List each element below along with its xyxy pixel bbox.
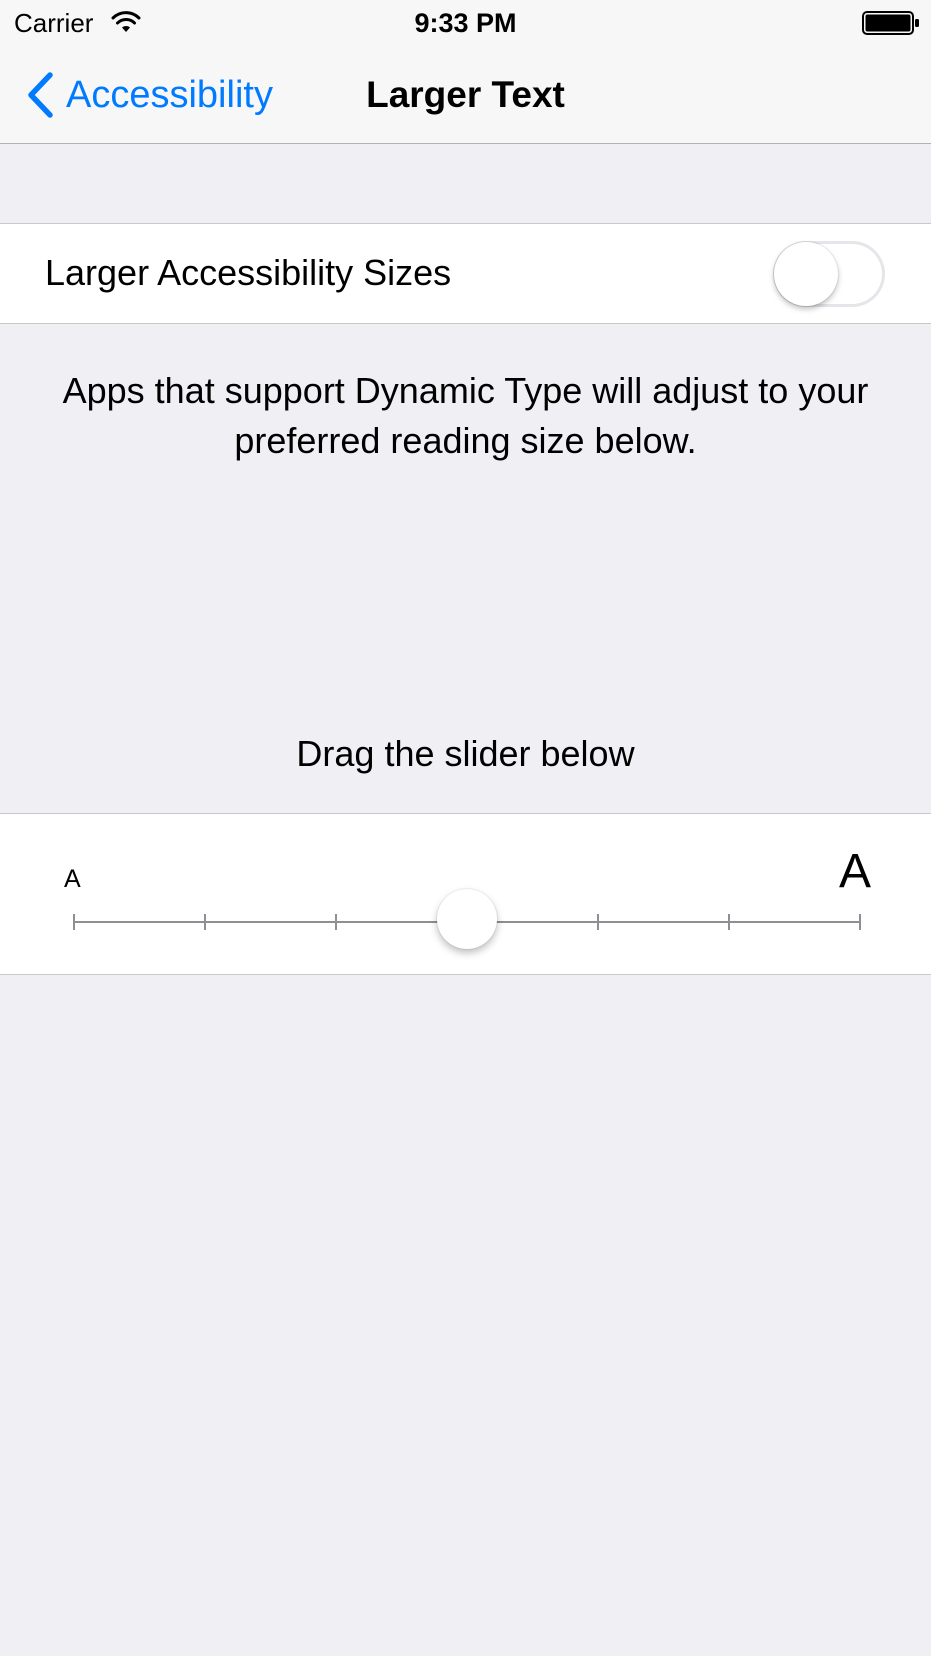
larger-accessibility-sizes-row: Larger Accessibility Sizes	[0, 223, 931, 324]
status-bar: Carrier 9:33 PM	[0, 0, 931, 48]
text-size-slider-thumb[interactable]	[437, 889, 497, 949]
page-title: Larger Text	[366, 74, 565, 115]
dynamic-type-description: Apps that support Dynamic Type will adju…	[62, 370, 869, 461]
text-size-slider-row: A A	[0, 813, 931, 975]
slider-tick	[728, 914, 730, 930]
battery-icon	[862, 11, 919, 35]
slider-tick	[73, 914, 75, 930]
status-time: 9:33 PM	[414, 8, 517, 38]
top-bar: Carrier 9:33 PM Accessibility Larger Tex…	[0, 0, 931, 144]
slider-tick	[859, 914, 861, 930]
small-text-label: A	[64, 865, 81, 893]
slider-tick	[204, 914, 206, 930]
larger-accessibility-sizes-toggle[interactable]	[773, 241, 885, 307]
slider-tick	[335, 914, 337, 930]
slider-tick	[597, 914, 599, 930]
slider-instruction: Drag the slider below	[296, 733, 635, 774]
larger-accessibility-sizes-label: Larger Accessibility Sizes	[45, 252, 452, 293]
large-text-label: A	[839, 845, 872, 898]
toggle-knob	[774, 242, 838, 306]
